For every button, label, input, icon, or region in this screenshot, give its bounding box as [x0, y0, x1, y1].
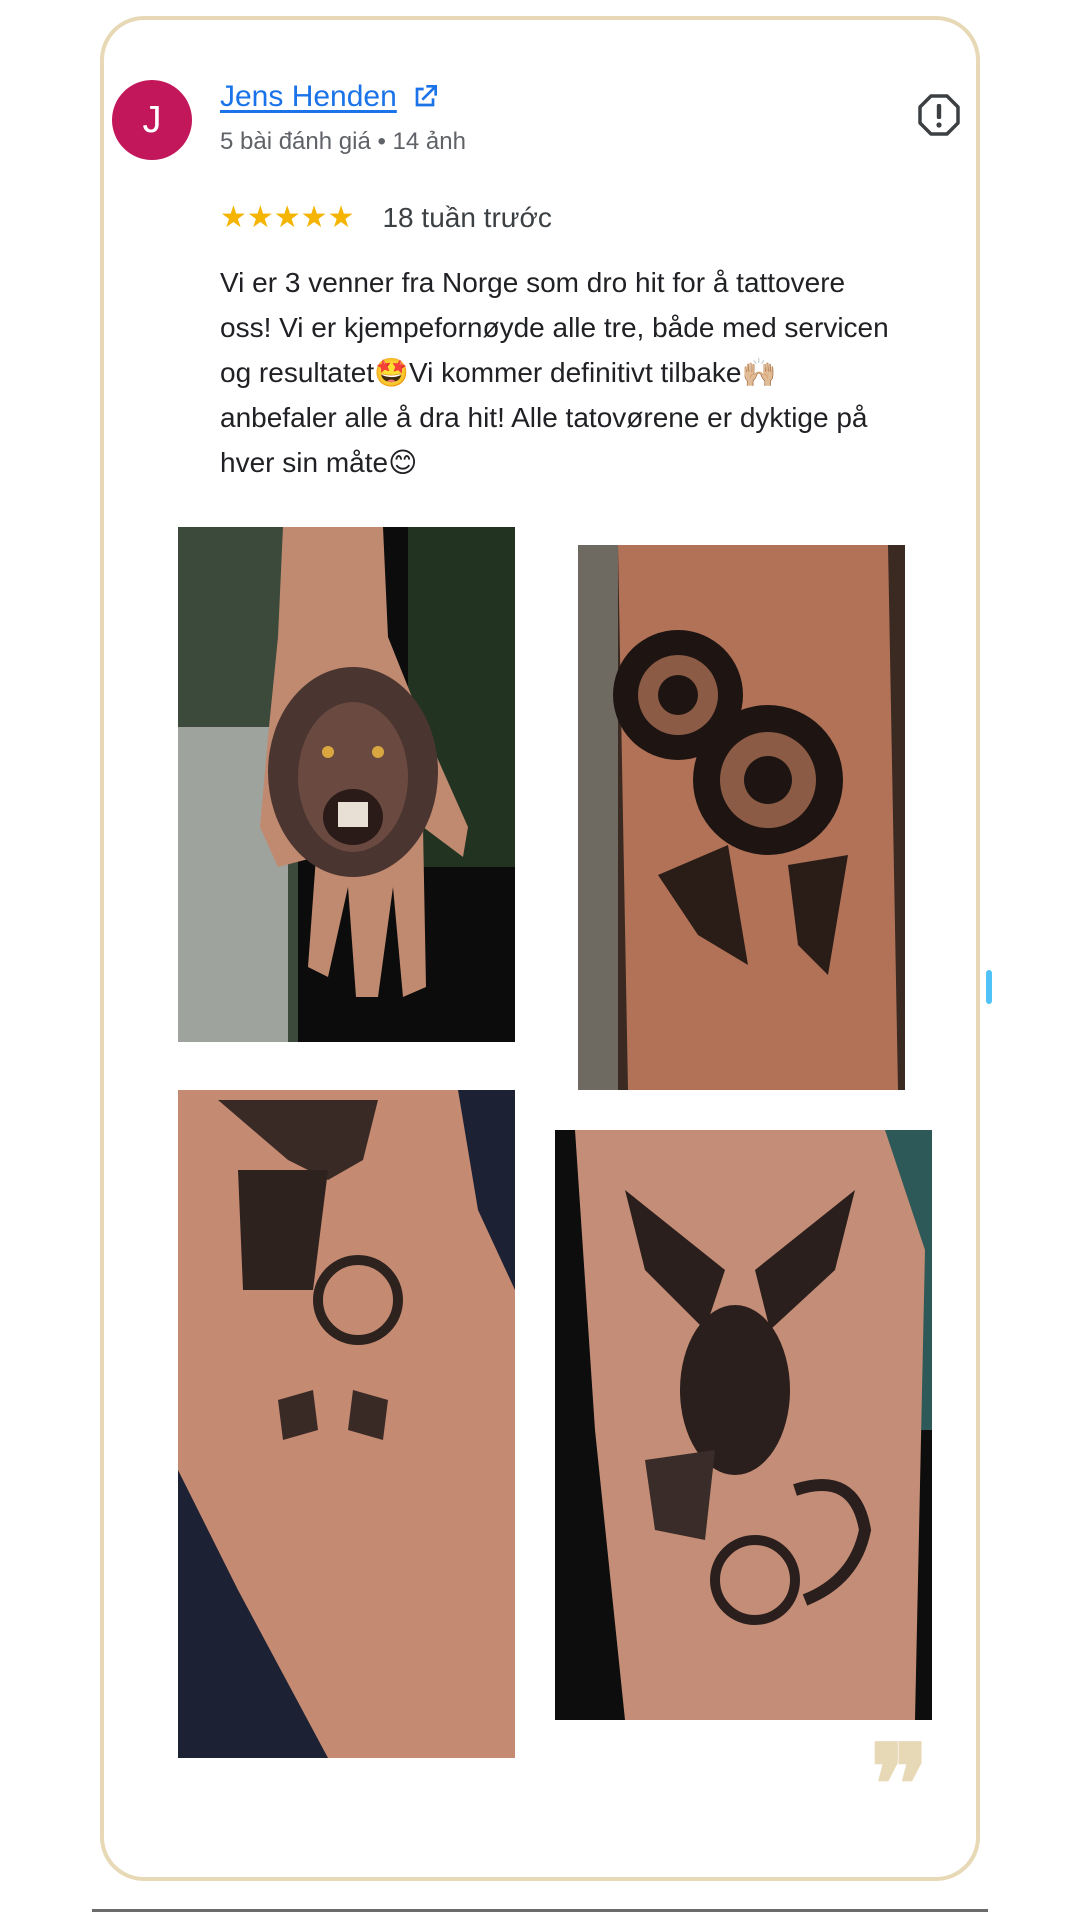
- quote-icon: ❞: [870, 1720, 930, 1849]
- rating-row: ★★★★★ 18 tuần trước: [220, 200, 552, 235]
- photo-lion-hand-tattoo[interactable]: [178, 527, 515, 1042]
- reviewer-meta: 5 bài đánh giá • 14 ảnh: [220, 128, 466, 155]
- report-icon[interactable]: [917, 93, 961, 137]
- external-link-icon[interactable]: [409, 81, 441, 113]
- avatar-letter: J: [142, 98, 162, 141]
- photo-rose-leg-tattoo[interactable]: [578, 545, 905, 1090]
- photo-eagle-snake-leg-tattoo[interactable]: [555, 1130, 932, 1720]
- review-text: Vi er 3 venner fra Norge som dro hit for…: [220, 267, 889, 478]
- reviewer-name-link[interactable]: Jens Henden: [220, 80, 397, 114]
- bottom-divider: [92, 1909, 988, 1912]
- review-time: 18 tuần trước: [382, 201, 552, 233]
- reviewer-name-row: Jens Henden: [220, 80, 441, 114]
- star-rating: ★★★★★: [220, 201, 355, 234]
- photo-eagle-snake-arm-tattoo[interactable]: [178, 1090, 515, 1758]
- avatar[interactable]: J: [112, 80, 192, 160]
- scroll-edge-handle[interactable]: [986, 970, 992, 1004]
